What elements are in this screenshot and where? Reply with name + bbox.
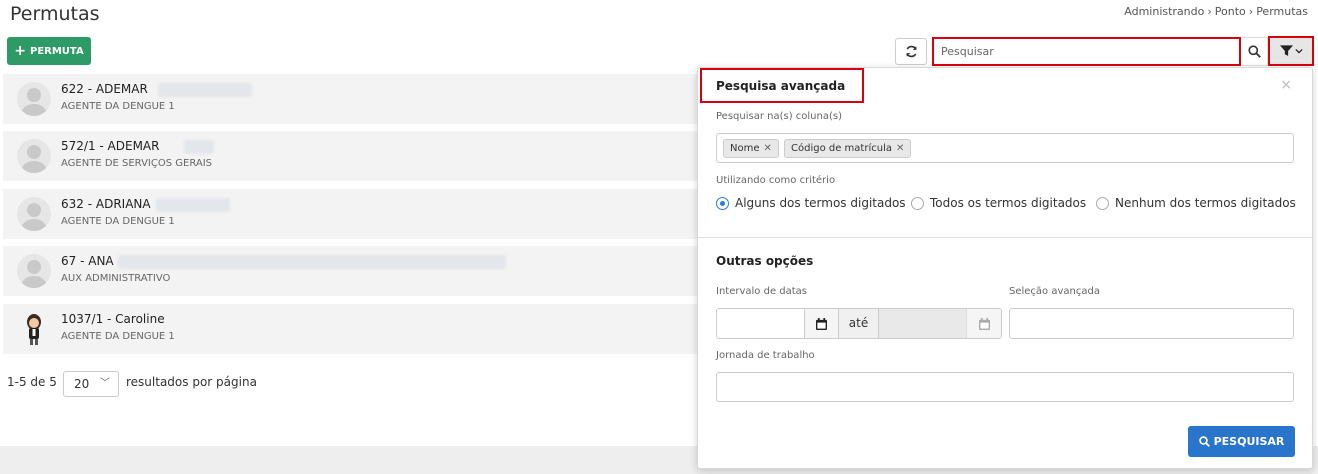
list-item[interactable]: 67 - ANA AUX ADMINISTRATIVO (3, 246, 723, 296)
breadcrumb-item: Permutas (1256, 5, 1308, 18)
columns-label: Pesquisar na(s) coluna(s) (716, 111, 842, 122)
chevron-right-icon: › (1248, 5, 1254, 18)
redacted-text (184, 140, 214, 154)
employee-role: AGENTE DA DENGUE 1 (61, 101, 175, 112)
until-label: até (839, 309, 879, 338)
search-icon (1198, 436, 1210, 447)
redacted-text (156, 198, 230, 212)
avatar (17, 254, 51, 288)
user-placeholder-icon (21, 88, 47, 116)
page-size-value: 20 (74, 377, 90, 391)
employee-role: AGENTE DA DENGUE 1 (61, 331, 175, 342)
avatar (17, 197, 51, 231)
submit-search-button[interactable]: PESQUISAR (1188, 426, 1295, 457)
list-item[interactable]: 632 - ADRIANA AGENTE DA DENGUE 1 (3, 189, 723, 239)
workday-label: Jornada de trabalho (716, 350, 815, 361)
column-tag-codigo[interactable]: Código de matrícula ✕ (784, 139, 912, 158)
date-end-input (879, 309, 967, 338)
results-per-page-label: resultados por página (126, 375, 257, 389)
user-placeholder-icon (21, 203, 47, 231)
employee-role: AGENTE DE SERVIÇOS GERAIS (61, 158, 213, 169)
chevron-down-icon (1294, 48, 1303, 54)
search-button[interactable] (1242, 37, 1268, 66)
chevron-down-icon: ﹀ (100, 378, 110, 389)
divider (698, 237, 1312, 238)
date-start-input[interactable] (717, 309, 805, 338)
list-item[interactable]: 622 - ADEMAR AGENTE DA DENGUE 1 (3, 74, 723, 124)
radio-some-terms[interactable]: Alguns dos termos digitados (716, 196, 906, 210)
employee-role: AGENTE DA DENGUE 1 (61, 216, 175, 227)
employee-name: 622 - ADEMAR (61, 82, 148, 96)
column-tag-label: Nome (730, 143, 760, 154)
criteria-label: Utilizando como critério (716, 175, 836, 186)
radio-label: Alguns dos termos digitados (735, 196, 906, 210)
breadcrumb: Administrando › Ponto › Permutas (1124, 5, 1308, 18)
radio-unselected-icon[interactable] (911, 196, 924, 210)
search-icon (1248, 45, 1261, 58)
employee-name: 632 - ADRIANA (61, 197, 151, 211)
other-options-title: Outras opções (716, 254, 814, 268)
page-title: Permutas (10, 3, 100, 25)
workday-field[interactable] (716, 372, 1294, 402)
refresh-icon (905, 45, 917, 58)
employee-name: 67 - ANA (61, 254, 114, 268)
character-avatar-icon (27, 314, 41, 345)
radio-all-terms[interactable]: Todos os termos digitados (911, 196, 1086, 210)
column-tag-nome[interactable]: Nome ✕ (723, 139, 779, 158)
employee-role: AUX ADMINISTRATIVO (61, 273, 171, 284)
columns-multiselect[interactable]: Nome ✕ Código de matrícula ✕ (716, 133, 1294, 163)
refresh-button[interactable] (895, 38, 927, 65)
plus-icon: + (14, 43, 26, 59)
breadcrumb-item[interactable]: Administrando (1124, 5, 1204, 18)
redacted-text (158, 83, 252, 97)
employee-name: 1037/1 - Caroline (61, 312, 165, 326)
remove-tag-icon[interactable]: ✕ (764, 143, 772, 154)
filter-toggle-button[interactable] (1268, 36, 1314, 66)
panel-title: Pesquisa avançada (716, 79, 846, 93)
date-range-group: até (716, 308, 1002, 339)
avatar (17, 139, 51, 173)
radio-label: Todos os termos digitados (930, 196, 1087, 210)
page-size-select[interactable]: 20 ﹀ (63, 371, 119, 397)
list-item[interactable]: 572/1 - ADEMAR AGENTE DE SERVIÇOS GERAIS (3, 131, 723, 181)
calendar-end-button (967, 309, 1001, 338)
redacted-text (118, 255, 506, 269)
add-permuta-button[interactable]: + PERMUTA (7, 37, 91, 65)
remove-tag-icon[interactable]: ✕ (896, 143, 904, 154)
column-tag-label: Código de matrícula (791, 143, 892, 154)
avatar (17, 82, 51, 116)
radio-unselected-icon[interactable] (1096, 196, 1109, 210)
add-permuta-label: PERMUTA (30, 45, 84, 57)
list-item[interactable]: 1037/1 - Caroline AGENTE DA DENGUE 1 (3, 304, 723, 354)
radio-selected-icon[interactable] (716, 196, 729, 210)
advanced-search-panel: Pesquisa avançada × Pesquisar na(s) colu… (697, 67, 1313, 469)
radio-label: Nenhum dos termos digitados (1115, 196, 1296, 210)
breadcrumb-item[interactable]: Ponto (1215, 5, 1246, 18)
employee-name: 572/1 - ADEMAR (61, 139, 160, 153)
calendar-icon (978, 317, 990, 330)
advanced-selection-label: Seleção avançada (1009, 286, 1100, 297)
user-placeholder-icon (21, 260, 47, 288)
user-placeholder-icon (21, 145, 47, 173)
results-count: 1-5 de 5 (7, 375, 57, 389)
close-icon[interactable]: × (1280, 77, 1292, 93)
calendar-icon (816, 317, 827, 330)
filter-icon (1279, 45, 1293, 56)
chevron-right-icon: › (1207, 5, 1212, 18)
submit-search-label: PESQUISAR (1213, 435, 1285, 448)
advanced-selection-field[interactable] (1009, 308, 1294, 339)
calendar-start-button[interactable] (805, 309, 839, 338)
avatar (17, 312, 51, 346)
search-input[interactable] (932, 37, 1241, 66)
radio-no-terms[interactable]: Nenhum dos termos digitados (1096, 196, 1296, 210)
date-range-label: Intervalo de datas (716, 286, 808, 297)
